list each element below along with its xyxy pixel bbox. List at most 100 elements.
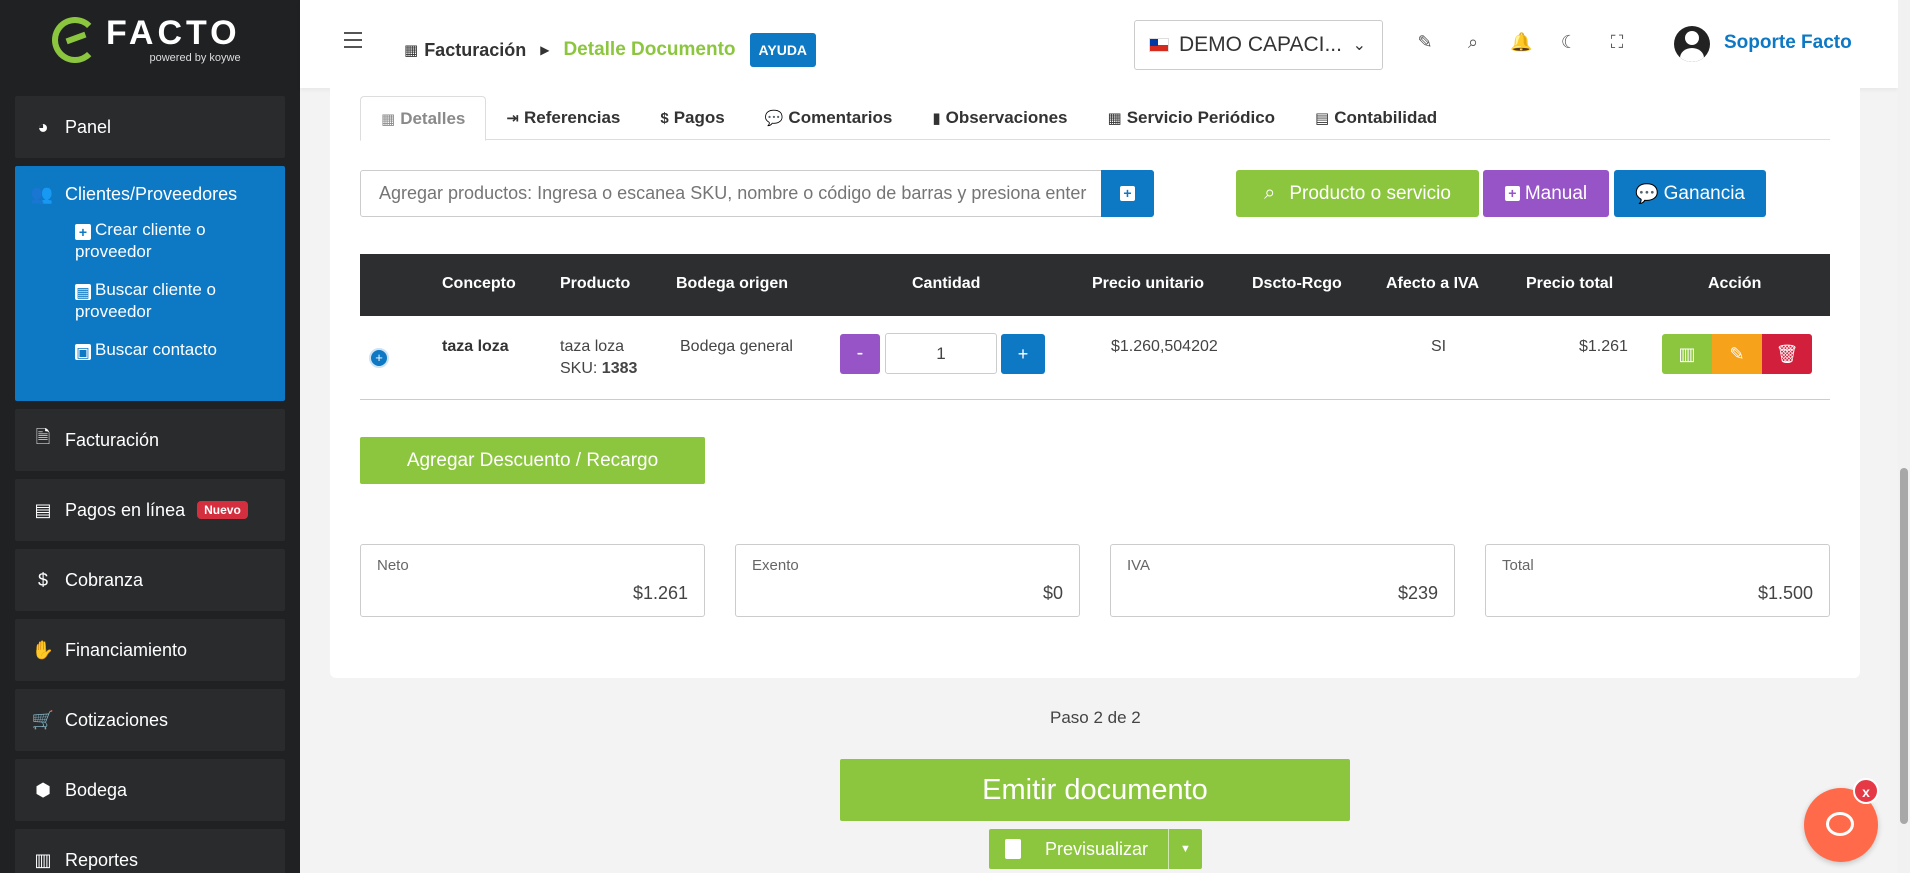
tab-observaciones[interactable]: ▮ Observaciones	[912, 96, 1087, 140]
table-header: Concepto Producto Bodega origen Cantidad…	[360, 254, 1830, 316]
col-concepto: Concepto	[442, 275, 516, 292]
sidebar-item-label: Cotizaciones	[65, 709, 169, 730]
money-card-icon: ▤	[34, 499, 52, 520]
sidebar-item-bodega[interactable]: ⬢ Bodega	[15, 759, 285, 821]
tab-label: Contabilidad	[1334, 108, 1438, 127]
dollar-icon: $	[660, 109, 669, 127]
sidebar-item-facturacion[interactable]: 🗎 Facturación	[15, 409, 285, 471]
sidebar-subitem-buscar-contacto[interactable]: ▣ Buscar contacto	[29, 339, 285, 361]
product-search-input[interactable]	[361, 171, 1101, 216]
contact-card-icon: ▣	[75, 344, 91, 360]
sidebar-item-clientes-header[interactable]: 👥 Clientes/Proveedores	[29, 184, 285, 205]
tab-detalles[interactable]: ▦ Detalles	[360, 96, 487, 141]
sidebar-item-cobranza[interactable]: $ Cobranza	[15, 549, 285, 611]
tab-label: Servicio Periódico	[1126, 108, 1276, 127]
col-afecto-iva: Afecto a IVA	[1386, 275, 1480, 292]
row-product-name: taza loza	[560, 338, 625, 355]
tab-comentarios[interactable]: 💬 Comentarios	[745, 96, 913, 140]
sidebar-item-pagos-en-linea[interactable]: ▤ Pagos en línea Nuevo	[15, 479, 285, 541]
scrollbar-thumb[interactable]	[1900, 468, 1908, 824]
facto-logo-icon	[52, 17, 98, 63]
col-precio-unitario: Precio unitario	[1092, 275, 1205, 292]
chat-close-button[interactable]: x	[1853, 778, 1879, 804]
col-precio-total: Precio total	[1526, 275, 1614, 292]
add-product-button[interactable]: +	[1101, 170, 1154, 217]
document-detail-card: ▦ Detalles ⇥ Referencias $ Pagos 💬 Comentari…	[330, 88, 1860, 678]
col-producto: Producto	[560, 275, 631, 292]
row-product: taza loza SKU: 1383	[560, 336, 637, 380]
hamburger-menu-icon[interactable]	[344, 32, 362, 48]
tab-pagos[interactable]: $ Pagos	[640, 96, 744, 140]
row-total: $1.261	[1579, 338, 1628, 355]
neto-box: Neto $1.261	[360, 544, 705, 617]
product-or-service-button[interactable]: ⌕ Producto o servicio	[1236, 170, 1479, 217]
emit-document-button[interactable]: Emitir documento	[840, 759, 1350, 821]
sidebar-item-label: Cobranza	[65, 569, 144, 590]
preview-dropdown-caret-icon[interactable]: ▼	[1168, 829, 1202, 869]
page-scrollbar[interactable]	[1898, 0, 1910, 873]
edit-item-button[interactable]: ✎	[1712, 334, 1762, 374]
bell-icon[interactable]: 🔔	[1510, 32, 1532, 53]
tab-servicio-periodico[interactable]: ▦ Servicio Periódico	[1088, 96, 1296, 140]
sidebar-item-clientes-proveedores: 👥 Clientes/Proveedores + Crear cliente o …	[15, 166, 285, 401]
quantity-increment-button[interactable]: +	[1001, 334, 1045, 374]
new-badge: Nuevo	[197, 501, 248, 519]
manual-button[interactable]: + Manual	[1483, 170, 1609, 217]
help-button[interactable]: AYUDA	[749, 33, 817, 67]
profit-button[interactable]: 💬 Ganancia	[1614, 170, 1766, 217]
user-name[interactable]: Soporte Facto	[1724, 32, 1852, 54]
boxes-icon: ⬢	[35, 779, 51, 800]
neto-label: Neto	[377, 557, 409, 574]
page-title: Detalle Documento	[563, 39, 736, 60]
pie-chart-icon: ◕	[37, 116, 49, 137]
plus-square-icon: +	[1120, 186, 1135, 201]
barcode-button[interactable]: ▥	[1662, 334, 1712, 374]
button-label: Ganancia	[1663, 182, 1745, 204]
plus-square-icon: +	[75, 224, 91, 240]
plus-square-icon: +	[1504, 186, 1520, 201]
moon-icon[interactable]: ☾	[1558, 32, 1580, 53]
dollar-icon: $	[37, 569, 48, 590]
sidebar-item-reportes[interactable]: ▥ Reportes	[15, 829, 285, 873]
quantity-decrement-button[interactable]: -	[840, 334, 880, 374]
quantity-input[interactable]	[885, 333, 997, 374]
caret-right-icon: ▶	[540, 43, 550, 57]
breadcrumb-facturacion[interactable]: Facturación	[424, 40, 526, 61]
tab-label: Referencias	[523, 108, 621, 127]
sidebar-item-panel[interactable]: ◕ Panel	[15, 96, 285, 158]
chat-bubble-icon	[1826, 812, 1854, 836]
sidebar-item-cotizaciones[interactable]: 🛒 Cotizaciones	[15, 689, 285, 751]
iva-label: IVA	[1127, 557, 1151, 574]
edit-sign-icon[interactable]: ✎	[1414, 32, 1436, 53]
facto-logo[interactable]: FACTO powered by koywe	[52, 16, 241, 64]
search-icon[interactable]: ⌕	[1462, 32, 1484, 53]
tab-label: Comentarios	[788, 108, 893, 127]
fullscreen-icon[interactable]: ⛶	[1606, 32, 1628, 53]
edit-icon: ✎	[1729, 344, 1745, 364]
sidebar-subitem-buscar-cliente[interactable]: ▦ Buscar cliente o proveedor	[29, 279, 285, 323]
sidebar-item-financiamiento[interactable]: ✋ Financiamiento	[15, 619, 285, 681]
row-unit-price: $1.260,504202	[1111, 338, 1218, 355]
company-selector[interactable]: DEMO CAPACI... ⌄	[1134, 20, 1383, 70]
sidebar-item-label: Bodega	[65, 779, 128, 800]
add-discount-button[interactable]: Agregar Descuento / Recargo	[360, 437, 705, 484]
breadcrumb: ▦ Facturación ▶ Detalle Documento AYUDA	[404, 33, 817, 67]
tab-contabilidad[interactable]: ▤ Contabilidad	[1295, 96, 1457, 140]
iva-box: IVA $239	[1110, 544, 1455, 617]
row-vat: SI	[1431, 338, 1447, 355]
expand-row-icon[interactable]: +	[369, 348, 389, 368]
search-icon: ⌕	[1264, 182, 1276, 204]
tab-referencias[interactable]: ⇥ Referencias	[486, 96, 640, 140]
sidebar-subitem-crear-cliente[interactable]: + Crear cliente o proveedor	[29, 219, 285, 263]
topbar: ▦ Facturación ▶ Detalle Documento AYUDA …	[300, 0, 1898, 88]
col-cantidad: Cantidad	[912, 275, 981, 292]
table-icon: ▦	[381, 110, 396, 128]
delete-item-button[interactable]: 🗑	[1762, 334, 1812, 374]
hand-money-icon: ✋	[31, 639, 55, 660]
preview-button[interactable]: Previsualizar ▼	[989, 829, 1202, 869]
table-row: + taza loza taza loza SKU: 1383 Bodega g…	[360, 316, 1830, 400]
brand-powered: powered by koywe	[149, 52, 241, 64]
calculator-icon: ▤	[1315, 110, 1330, 127]
avatar[interactable]	[1674, 26, 1710, 62]
book-icon: ▮	[932, 110, 941, 127]
